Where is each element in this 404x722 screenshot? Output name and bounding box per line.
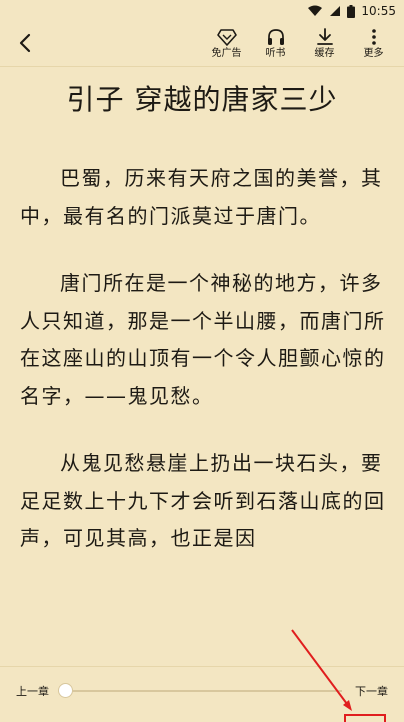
bottom-divider: [0, 666, 404, 667]
next-chapter-button[interactable]: 下一章: [355, 683, 388, 699]
more-label: 更多: [363, 48, 384, 59]
ad-free-button[interactable]: 免广告: [202, 22, 251, 66]
listen-button[interactable]: 听书: [251, 22, 300, 66]
annotation-highlight-box: [344, 714, 386, 722]
chapter-content: 巴蜀，历来有天府之国的美誉，其中，最有名的门派莫过于唐门。 唐门所在是一个神秘的…: [20, 160, 386, 588]
more-button[interactable]: 更多: [349, 22, 398, 66]
progress-slider-track[interactable]: [66, 690, 342, 692]
prev-chapter-button[interactable]: 上一章: [16, 683, 49, 699]
signal-icon: [329, 5, 341, 17]
progress-slider-handle[interactable]: [58, 683, 73, 698]
diamond-icon: [216, 29, 237, 46]
reader-toolbar: 免广告 听书 缓存 更多: [0, 22, 404, 66]
listen-label: 听书: [265, 48, 286, 59]
download-icon: [316, 28, 333, 45]
cache-button[interactable]: 缓存: [300, 22, 349, 66]
status-time: 10:55: [361, 4, 396, 18]
back-arrow-icon: [19, 33, 31, 53]
headphones-icon: [267, 29, 284, 45]
wifi-icon: [307, 5, 323, 17]
paragraph: 巴蜀，历来有天府之国的美誉，其中，最有名的门派莫过于唐门。: [20, 166, 383, 228]
back-button[interactable]: [10, 28, 40, 58]
chapter-navigation-bar: 上一章 下一章: [0, 666, 404, 720]
paragraph: 唐门所在是一个神秘的地方，许多人只知道，那是一个半山腰，而唐门所在这座山的山顶有…: [20, 271, 386, 408]
more-vertical-icon: [371, 29, 376, 45]
ad-free-label: 免广告: [211, 48, 242, 59]
chapter-title: 引子 穿越的唐家三少: [66, 83, 338, 116]
toolbar-divider: [0, 66, 404, 67]
status-bar: 10:55: [0, 0, 404, 22]
battery-icon: [347, 4, 356, 18]
paragraph: 从鬼见愁悬崖上扔出一块石头，要足足数上十九下才会听到石落山底的回声，可见其高，也…: [20, 451, 386, 550]
cache-label: 缓存: [314, 48, 335, 59]
